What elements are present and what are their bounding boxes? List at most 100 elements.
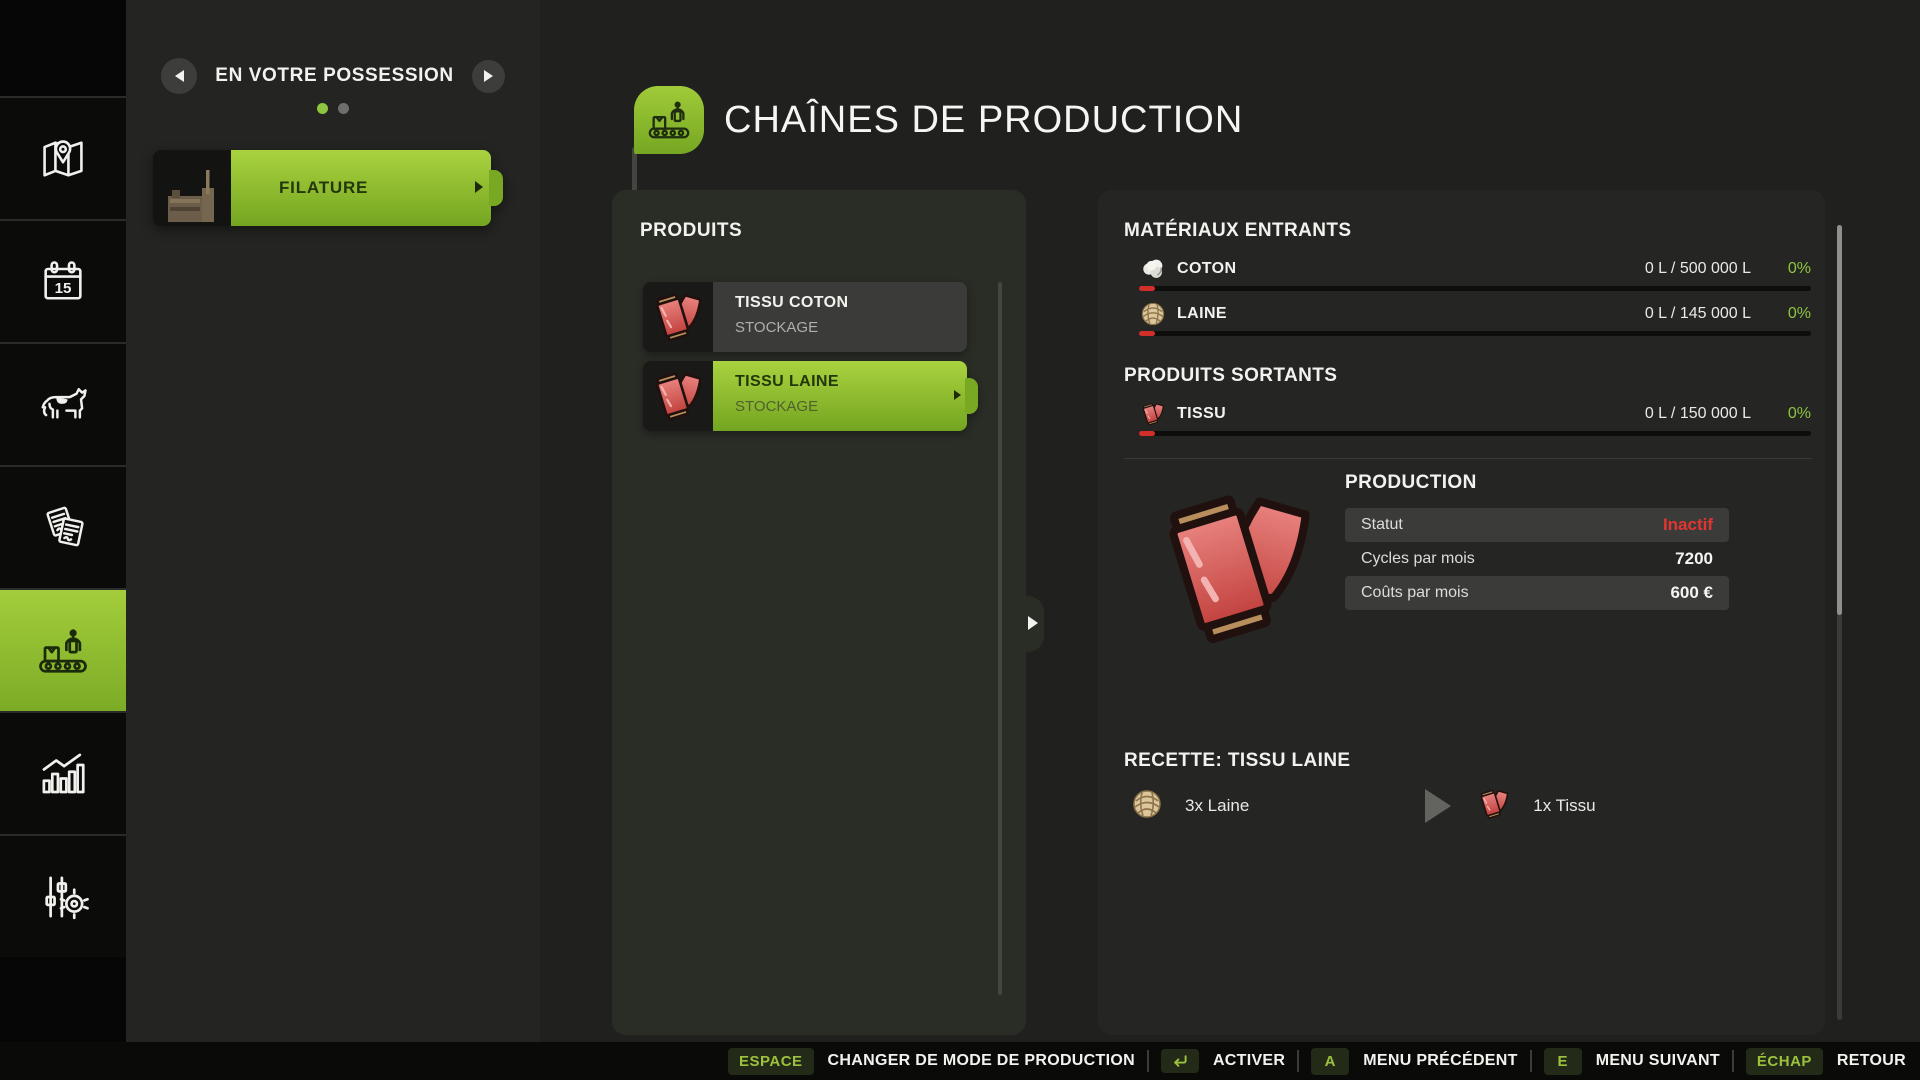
- cycles-label: Cycles par mois: [1361, 550, 1475, 567]
- cycles-value: 7200: [1675, 549, 1713, 568]
- possession-panel: EN VOTRE POSSESSION FILATURE: [126, 0, 637, 1042]
- hotkey-label: CHANGER DE MODE DE PRODUCTION: [827, 1052, 1135, 1069]
- wool-icon: [1131, 788, 1163, 825]
- panel-expand-tab[interactable]: [1022, 596, 1044, 652]
- chevron-left-icon: [174, 70, 184, 82]
- key-e: E: [1543, 1047, 1582, 1075]
- page-title: CHAÎNES DE PRODUCTION: [724, 98, 1244, 141]
- card-bump: [489, 170, 503, 206]
- chevron-right-icon: [1028, 616, 1038, 630]
- hotkey-label: ACTIVER: [1212, 1052, 1286, 1069]
- products-out-heading: PRODUITS SORTANTS: [1124, 365, 1338, 386]
- sidebar-item-map[interactable]: [0, 96, 126, 219]
- possession-title: EN VOTRE POSSESSION: [215, 65, 454, 86]
- material-fill-level: 0 L / 145 000 L: [1644, 305, 1751, 322]
- product-status: STOCKAGE: [735, 398, 819, 415]
- key-escape: ÉCHAP: [1745, 1047, 1823, 1075]
- page-dot-active: [317, 103, 328, 114]
- possession-next-button[interactable]: [471, 59, 505, 93]
- costs-row: Coûts par mois 600 €: [1345, 576, 1729, 610]
- status-value-inactive: Inactif: [1662, 515, 1713, 534]
- material-fill-level: 0 L / 150 000 L: [1644, 405, 1751, 422]
- fabric-icon: [1477, 787, 1511, 826]
- sidebar-item-statistics[interactable]: [0, 711, 126, 834]
- sidebar-item-animals[interactable]: [0, 342, 126, 465]
- arrow-right-icon: [1425, 789, 1452, 823]
- owned-production-filature[interactable]: FILATURE: [153, 150, 503, 226]
- hotkey-menu-previous: A MENU PRÉCÉDENT: [1311, 1047, 1518, 1075]
- hotkey-back: ÉCHAP RETOUR: [1745, 1047, 1906, 1075]
- production-chains-screen: 15 EN VOTRE POSSESSION FILATURE CHAÎNES …: [0, 0, 1920, 1080]
- costs-label: Coûts par mois: [1361, 584, 1469, 601]
- recipe-heading: RECETTE: TISSU LAINE: [1124, 750, 1351, 771]
- sidebar: 15: [0, 0, 141, 1080]
- material-row-tissu: TISSU 0 L / 150 000 L 0%: [1139, 399, 1811, 429]
- material-percent: 0%: [1787, 305, 1811, 322]
- progress-fill: [1139, 286, 1155, 291]
- divider: [1124, 458, 1812, 459]
- material-label: TISSU: [1177, 405, 1227, 422]
- costs-value: 600 €: [1670, 583, 1713, 602]
- enter-key-icon: [1160, 1049, 1199, 1073]
- material-progress-bar: [1139, 286, 1811, 291]
- fabric-icon: [643, 282, 713, 352]
- settings-sliders-icon: [36, 870, 90, 924]
- hotkey-label: MENU SUIVANT: [1595, 1052, 1720, 1069]
- material-row-coton: COTON 0 L / 500 000 L 0%: [1139, 254, 1811, 284]
- key-space: ESPACE: [727, 1047, 814, 1075]
- wool-icon: [1139, 301, 1166, 327]
- progress-fill: [1139, 431, 1155, 436]
- production-status-table: Statut Inactif Cycles par mois 7200 Coût…: [1345, 508, 1729, 610]
- progress-fill: [1139, 331, 1155, 336]
- cotton-icon: [1139, 256, 1166, 282]
- sidebar-item-settings[interactable]: [0, 834, 126, 957]
- fabric-icon: [1139, 401, 1166, 427]
- details-scrollbar-thumb[interactable]: [1837, 225, 1842, 615]
- selected-product-image: [1151, 478, 1323, 663]
- separator: [1529, 1050, 1532, 1072]
- material-label: LAINE: [1177, 305, 1227, 322]
- sidebar-item-contracts[interactable]: [0, 465, 126, 588]
- hotkey-activate: ACTIVER: [1160, 1049, 1286, 1073]
- products-heading: PRODUITS: [640, 220, 743, 241]
- material-percent: 0%: [1787, 260, 1811, 277]
- hotkey-label: MENU PRÉCÉDENT: [1363, 1052, 1518, 1069]
- production-thumbnail: [153, 150, 231, 226]
- calendar-icon: 15: [37, 256, 89, 308]
- chevron-right-icon: [475, 181, 483, 193]
- key-a: A: [1311, 1047, 1350, 1075]
- hotkey-change-mode: ESPACE CHANGER DE MODE DE PRODUCTION: [727, 1047, 1135, 1075]
- products-scrollbar[interactable]: [998, 282, 1002, 995]
- material-label: COTON: [1177, 260, 1237, 277]
- materials-in-heading: MATÉRIAUX ENTRANTS: [1124, 220, 1352, 241]
- chevron-right-icon: [954, 390, 961, 400]
- cycles-row: Cycles par mois 7200: [1345, 542, 1729, 576]
- material-progress-bar: [1139, 331, 1811, 336]
- card-bump: [965, 378, 978, 414]
- recipe-row: 3x Laine 1x Tissu: [1131, 788, 1791, 824]
- page-dot: [338, 103, 349, 114]
- sidebar-item-production[interactable]: [0, 588, 126, 711]
- material-fill-level: 0 L / 500 000 L: [1644, 260, 1751, 277]
- product-name: TISSU LAINE: [735, 373, 839, 390]
- status-row: Statut Inactif: [1345, 508, 1729, 542]
- production-heading: PRODUCTION: [1345, 472, 1477, 493]
- separator: [1297, 1050, 1300, 1072]
- material-progress-bar: [1139, 431, 1811, 436]
- fabric-icon: [643, 361, 713, 431]
- map-icon: [37, 133, 89, 185]
- product-item-tissu-laine-selected[interactable]: TISSU LAINE STOCKAGE: [643, 361, 978, 431]
- hotkey-label: RETOUR: [1836, 1052, 1906, 1069]
- sidebar-item-calendar[interactable]: 15: [0, 219, 126, 342]
- production-name: FILATURE: [279, 178, 369, 197]
- cow-icon: [36, 378, 90, 432]
- production-details-panel: MATÉRIAUX ENTRANTS COTON 0 L / 500 000 L…: [1098, 190, 1825, 1035]
- possession-prev-button[interactable]: [161, 58, 198, 94]
- separator: [1731, 1050, 1734, 1072]
- product-item-tissu-coton[interactable]: TISSU COTON STOCKAGE: [643, 282, 967, 352]
- material-row-laine: LAINE 0 L / 145 000 L 0%: [1139, 299, 1811, 329]
- page-header: CHAÎNES DE PRODUCTION: [634, 86, 1243, 154]
- product-name: TISSU COTON: [735, 294, 849, 311]
- material-percent: 0%: [1787, 405, 1811, 422]
- production-icon: [36, 624, 90, 678]
